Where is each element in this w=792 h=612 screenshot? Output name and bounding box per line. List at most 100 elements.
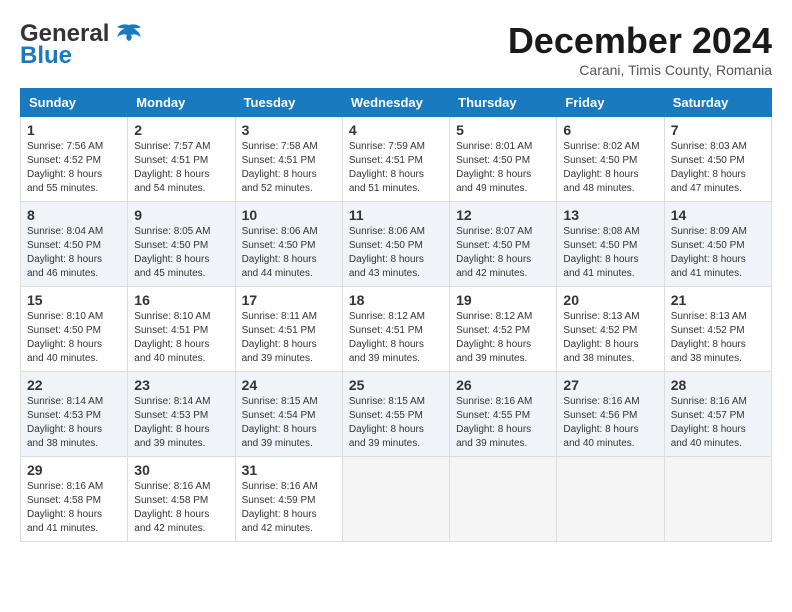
sunset-text: Sunset: 4:52 PM	[563, 325, 637, 336]
day-info: Sunrise: 8:11 AM Sunset: 4:51 PM Dayligh…	[242, 310, 336, 366]
day-number: 14	[671, 207, 765, 223]
sunrise-text: Sunrise: 8:12 AM	[349, 311, 425, 322]
day-number: 26	[456, 377, 550, 393]
day-number: 10	[242, 207, 336, 223]
day-info: Sunrise: 8:14 AM Sunset: 4:53 PM Dayligh…	[134, 395, 228, 451]
col-thursday: Thursday	[450, 89, 557, 117]
sunset-text: Sunset: 4:50 PM	[563, 155, 637, 166]
daylight-text: Daylight: 8 hours and 40 minutes.	[563, 424, 638, 449]
col-monday: Monday	[128, 89, 235, 117]
daylight-text: Daylight: 8 hours and 39 minutes.	[242, 424, 317, 449]
day-number: 2	[134, 122, 228, 138]
calendar-day-cell	[342, 457, 449, 542]
daylight-text: Daylight: 8 hours and 41 minutes.	[563, 254, 638, 279]
sunrise-text: Sunrise: 8:06 AM	[349, 226, 425, 237]
calendar-day-cell: 20 Sunrise: 8:13 AM Sunset: 4:52 PM Dayl…	[557, 287, 664, 372]
calendar-day-cell: 11 Sunrise: 8:06 AM Sunset: 4:50 PM Dayl…	[342, 202, 449, 287]
sunrise-text: Sunrise: 8:14 AM	[134, 396, 210, 407]
sunset-text: Sunset: 4:53 PM	[134, 410, 208, 421]
day-info: Sunrise: 7:58 AM Sunset: 4:51 PM Dayligh…	[242, 140, 336, 196]
sunset-text: Sunset: 4:52 PM	[671, 325, 745, 336]
calendar-day-cell: 15 Sunrise: 8:10 AM Sunset: 4:50 PM Dayl…	[21, 287, 128, 372]
sunrise-text: Sunrise: 8:16 AM	[671, 396, 747, 407]
day-info: Sunrise: 8:06 AM Sunset: 4:50 PM Dayligh…	[349, 225, 443, 281]
calendar-day-cell: 16 Sunrise: 8:10 AM Sunset: 4:51 PM Dayl…	[128, 287, 235, 372]
daylight-text: Daylight: 8 hours and 45 minutes.	[134, 254, 209, 279]
daylight-text: Daylight: 8 hours and 39 minutes.	[349, 339, 424, 364]
sunset-text: Sunset: 4:51 PM	[349, 155, 423, 166]
day-number: 29	[27, 462, 121, 478]
sunrise-text: Sunrise: 8:12 AM	[456, 311, 532, 322]
sunrise-text: Sunrise: 8:08 AM	[563, 226, 639, 237]
day-number: 13	[563, 207, 657, 223]
day-number: 28	[671, 377, 765, 393]
calendar-day-cell	[450, 457, 557, 542]
daylight-text: Daylight: 8 hours and 52 minutes.	[242, 169, 317, 194]
day-info: Sunrise: 8:13 AM Sunset: 4:52 PM Dayligh…	[563, 310, 657, 366]
day-number: 22	[27, 377, 121, 393]
daylight-text: Daylight: 8 hours and 42 minutes.	[134, 509, 209, 534]
sunrise-text: Sunrise: 8:16 AM	[563, 396, 639, 407]
daylight-text: Daylight: 8 hours and 42 minutes.	[242, 509, 317, 534]
day-number: 8	[27, 207, 121, 223]
sunrise-text: Sunrise: 8:11 AM	[242, 311, 317, 322]
sunrise-text: Sunrise: 8:06 AM	[242, 226, 318, 237]
sunset-text: Sunset: 4:58 PM	[27, 495, 101, 506]
daylight-text: Daylight: 8 hours and 38 minutes.	[563, 339, 638, 364]
col-tuesday: Tuesday	[235, 89, 342, 117]
page-header: General Blue December 2024 Carani, Timis…	[20, 20, 772, 78]
sunrise-text: Sunrise: 8:15 AM	[242, 396, 318, 407]
day-info: Sunrise: 8:02 AM Sunset: 4:50 PM Dayligh…	[563, 140, 657, 196]
daylight-text: Daylight: 8 hours and 38 minutes.	[27, 424, 102, 449]
location-text: Carani, Timis County, Romania	[508, 62, 772, 78]
sunset-text: Sunset: 4:51 PM	[242, 325, 316, 336]
day-info: Sunrise: 8:10 AM Sunset: 4:51 PM Dayligh…	[134, 310, 228, 366]
day-info: Sunrise: 8:15 AM Sunset: 4:54 PM Dayligh…	[242, 395, 336, 451]
calendar-day-cell: 3 Sunrise: 7:58 AM Sunset: 4:51 PM Dayli…	[235, 117, 342, 202]
calendar-day-cell: 6 Sunrise: 8:02 AM Sunset: 4:50 PM Dayli…	[557, 117, 664, 202]
sunrise-text: Sunrise: 8:13 AM	[671, 311, 747, 322]
calendar-day-cell: 27 Sunrise: 8:16 AM Sunset: 4:56 PM Dayl…	[557, 372, 664, 457]
sunset-text: Sunset: 4:58 PM	[134, 495, 208, 506]
calendar-day-cell: 4 Sunrise: 7:59 AM Sunset: 4:51 PM Dayli…	[342, 117, 449, 202]
daylight-text: Daylight: 8 hours and 48 minutes.	[563, 169, 638, 194]
day-number: 1	[27, 122, 121, 138]
calendar-day-cell: 25 Sunrise: 8:15 AM Sunset: 4:55 PM Dayl…	[342, 372, 449, 457]
sunrise-text: Sunrise: 8:03 AM	[671, 141, 747, 152]
daylight-text: Daylight: 8 hours and 39 minutes.	[242, 339, 317, 364]
day-info: Sunrise: 8:12 AM Sunset: 4:51 PM Dayligh…	[349, 310, 443, 366]
calendar-header-row: Sunday Monday Tuesday Wednesday Thursday…	[21, 89, 772, 117]
calendar-day-cell: 17 Sunrise: 8:11 AM Sunset: 4:51 PM Dayl…	[235, 287, 342, 372]
sunrise-text: Sunrise: 7:58 AM	[242, 141, 318, 152]
day-number: 30	[134, 462, 228, 478]
col-saturday: Saturday	[664, 89, 771, 117]
calendar-week-row: 29 Sunrise: 8:16 AM Sunset: 4:58 PM Dayl…	[21, 457, 772, 542]
day-info: Sunrise: 8:13 AM Sunset: 4:52 PM Dayligh…	[671, 310, 765, 366]
sunrise-text: Sunrise: 7:56 AM	[27, 141, 103, 152]
day-number: 27	[563, 377, 657, 393]
col-friday: Friday	[557, 89, 664, 117]
sunrise-text: Sunrise: 8:02 AM	[563, 141, 639, 152]
day-info: Sunrise: 8:01 AM Sunset: 4:50 PM Dayligh…	[456, 140, 550, 196]
day-number: 16	[134, 292, 228, 308]
sunrise-text: Sunrise: 8:16 AM	[456, 396, 532, 407]
sunset-text: Sunset: 4:50 PM	[349, 240, 423, 251]
sunrise-text: Sunrise: 8:10 AM	[27, 311, 103, 322]
day-number: 18	[349, 292, 443, 308]
calendar-day-cell: 13 Sunrise: 8:08 AM Sunset: 4:50 PM Dayl…	[557, 202, 664, 287]
sunset-text: Sunset: 4:50 PM	[456, 240, 530, 251]
day-number: 24	[242, 377, 336, 393]
day-number: 19	[456, 292, 550, 308]
day-info: Sunrise: 8:16 AM Sunset: 4:58 PM Dayligh…	[27, 480, 121, 536]
day-number: 25	[349, 377, 443, 393]
logo-blue-text: Blue	[20, 42, 72, 70]
sunrise-text: Sunrise: 7:57 AM	[134, 141, 210, 152]
calendar-day-cell: 2 Sunrise: 7:57 AM Sunset: 4:51 PM Dayli…	[128, 117, 235, 202]
day-info: Sunrise: 8:03 AM Sunset: 4:50 PM Dayligh…	[671, 140, 765, 196]
day-number: 4	[349, 122, 443, 138]
sunset-text: Sunset: 4:56 PM	[563, 410, 637, 421]
col-sunday: Sunday	[21, 89, 128, 117]
day-number: 21	[671, 292, 765, 308]
daylight-text: Daylight: 8 hours and 55 minutes.	[27, 169, 102, 194]
calendar-day-cell: 5 Sunrise: 8:01 AM Sunset: 4:50 PM Dayli…	[450, 117, 557, 202]
